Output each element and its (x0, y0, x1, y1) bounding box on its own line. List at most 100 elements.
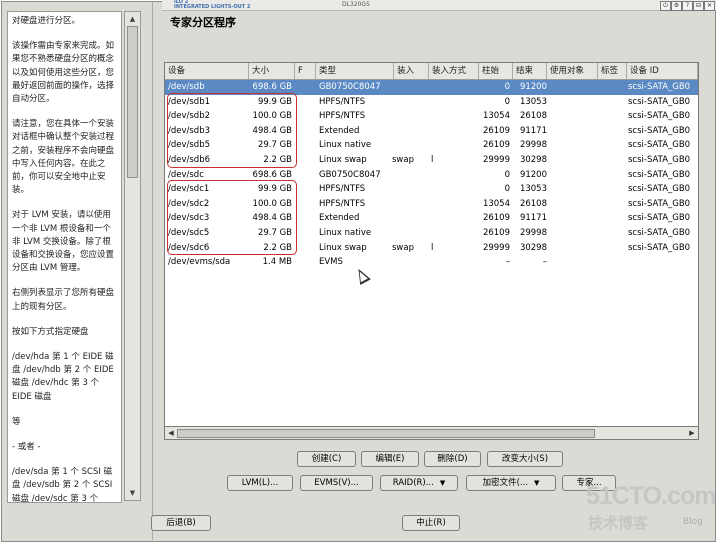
abort-button[interactable]: 中止(R) (402, 515, 460, 531)
cell-start: 0 (504, 169, 510, 180)
help-paragraph: 等 (12, 416, 21, 427)
power-icon[interactable]: ⏻ (660, 1, 671, 11)
server-model: DL320G5 (342, 1, 370, 8)
raid-button[interactable]: RAID(R)... ▼ (380, 475, 458, 491)
cell-start: 26109 (482, 140, 510, 151)
col-device-id[interactable]: 设备 ID (627, 63, 698, 79)
cell-type: Extended (319, 213, 360, 224)
cell-device-id: scsi-SATA_GB0 (628, 125, 691, 136)
back-button[interactable]: 后退(B) (151, 515, 211, 531)
col-type[interactable]: 类型 (316, 63, 394, 79)
edit-button[interactable]: 编辑(E) (361, 451, 419, 467)
col-mount-by[interactable]: 装入方式 (429, 63, 479, 79)
cell-start: 29999 (482, 242, 510, 253)
cell-mount-by: l (431, 242, 434, 253)
partition-table[interactable]: 设备 大小 F 类型 装入 装入方式 柱始 结束 使用对象 标签 设备 ID /… (164, 62, 699, 440)
cell-type: Linux native (319, 140, 372, 151)
help-paragraph: 右侧列表显示了您所有硬盘上的现有分区。 (12, 288, 115, 312)
cell-mount-by: l (431, 155, 434, 165)
cell-end: 30298 (519, 242, 547, 253)
cell-start: 29999 (482, 155, 510, 165)
cell-start: 0 (504, 184, 510, 195)
help-paragraph: /dev/hda 第 1 个 EIDE 磁盘 /dev/hdb 第 2 个 EI… (12, 352, 114, 402)
evms-button[interactable]: EVMS(V)... (300, 475, 373, 491)
col-end[interactable]: 结束 (513, 63, 547, 79)
col-size[interactable]: 大小 (249, 63, 295, 79)
help-scrollbar[interactable]: ▲ ▼ (124, 11, 141, 501)
cell-type: Linux swap (319, 242, 367, 253)
help-paragraph: 按如下方式指定硬盘 (12, 326, 89, 337)
cell-device-id: scsi-SATA_GB0 (628, 213, 691, 224)
cell-type: HPFS/NTFS (319, 96, 366, 107)
cell-type: HPFS/NTFS (319, 184, 366, 195)
help-panel: 对硬盘进行分区。该操作需由专家来完成。如果您不熟悉硬盘分区的概念以及如何使用这些… (7, 11, 122, 503)
cell-device-id: scsi-SATA_GB0 (628, 155, 691, 165)
cell-start: 0 (504, 82, 510, 92)
cell-device-id: scsi-SATA_GB0 (628, 169, 691, 180)
help-paragraph: 该操作需由专家来完成。如果您不熟悉硬盘分区的概念以及如何使用这些分区，您最好返回… (12, 41, 115, 105)
help-paragraph: 对硬盘进行分区。 (12, 16, 81, 26)
col-used-by[interactable]: 使用对象 (547, 63, 598, 79)
cell-type: Linux native (319, 228, 372, 238)
cell-end: 91171 (519, 213, 547, 224)
cell-start: 26109 (482, 125, 510, 136)
help-text: 对硬盘进行分区。该操作需由专家来完成。如果您不熟悉硬盘分区的概念以及如何使用这些… (12, 15, 118, 502)
cell-end: – (542, 257, 547, 268)
highlight-sdb-partitions (167, 93, 297, 168)
page-title: 专家分区程序 (170, 16, 236, 29)
watermark-text: 技术博客 (588, 514, 649, 532)
col-mount[interactable]: 装入 (394, 63, 429, 79)
highlight-sdc-partitions (167, 180, 297, 255)
table-row[interactable]: /dev/evms/sda 1.4 MB EVMS – – (165, 255, 698, 270)
cell-device-id: scsi-SATA_GB0 (628, 184, 691, 195)
cell-type: Extended (319, 125, 360, 136)
crypt-file-button[interactable]: 加密文件(... ▼ (466, 475, 556, 491)
cell-type: HPFS/NTFS (319, 111, 366, 122)
create-button[interactable]: 创建(C) (297, 451, 356, 467)
cell-end: 26108 (519, 198, 547, 209)
raid-label: RAID(R)... (392, 478, 434, 488)
col-device[interactable]: 设备 (165, 63, 249, 79)
hscroll-thumb[interactable] (177, 429, 595, 438)
crypt-label: 加密文件(... (482, 478, 529, 488)
scroll-up-icon[interactable]: ▲ (126, 13, 139, 25)
scroll-left-icon[interactable]: ◀ (166, 428, 176, 438)
cell-end: 13053 (519, 96, 547, 107)
cell-device-id: scsi-SATA_GB0 (628, 198, 691, 209)
dropdown-arrow-icon: ▼ (439, 479, 446, 487)
delete-button[interactable]: 删除(D) (424, 451, 481, 467)
cell-device-id: scsi-SATA_GB0 (628, 140, 691, 151)
cell-device-id: scsi-SATA_GB0 (628, 228, 691, 238)
cell-end: 91200 (519, 82, 547, 92)
cell-end: 30298 (519, 155, 547, 165)
ilo-banner: iLO 2 INTEGRATED LIGHTS-OUT 2 DL320G5 ⏻ ⚙… (162, 0, 716, 11)
col-label[interactable]: 标签 (598, 63, 627, 79)
cell-start: 13054 (482, 111, 510, 122)
col-start[interactable]: 柱始 (479, 63, 513, 79)
cell-type: HPFS/NTFS (319, 198, 366, 209)
watermark-logo: 51CTO.com (586, 482, 716, 510)
col-format[interactable]: F (295, 63, 316, 79)
cell-size: 1.4 MB (262, 257, 292, 268)
close-icon[interactable]: ✕ (704, 1, 715, 11)
cell-type: Linux swap (319, 155, 367, 165)
dropdown-arrow-icon: ▼ (534, 479, 540, 487)
cell-mount: swap (392, 242, 414, 253)
lvm-button[interactable]: LVM(L)... (227, 475, 293, 491)
cell-type: GB0750C8047 (319, 82, 381, 92)
scroll-thumb[interactable] (127, 26, 138, 178)
cell-mount: swap (392, 155, 414, 165)
scroll-down-icon[interactable]: ▼ (126, 487, 139, 499)
cell-start: 26109 (482, 213, 510, 224)
help-icon[interactable]: ? (682, 1, 693, 11)
minimize-icon[interactable]: ⊟ (693, 1, 704, 11)
cell-end: 29998 (519, 140, 547, 151)
settings-icon[interactable]: ⚙ (671, 1, 682, 11)
cell-end: 29998 (519, 228, 547, 238)
watermark-blog: Blog (683, 517, 703, 527)
cell-type: GB0750C8047 (319, 169, 381, 180)
scroll-right-icon[interactable]: ▶ (687, 428, 697, 438)
table-hscrollbar[interactable]: ◀ ▶ (164, 426, 699, 440)
help-paragraph: - 或者 - (12, 442, 41, 453)
resize-button[interactable]: 改变大小(S) (487, 451, 563, 467)
